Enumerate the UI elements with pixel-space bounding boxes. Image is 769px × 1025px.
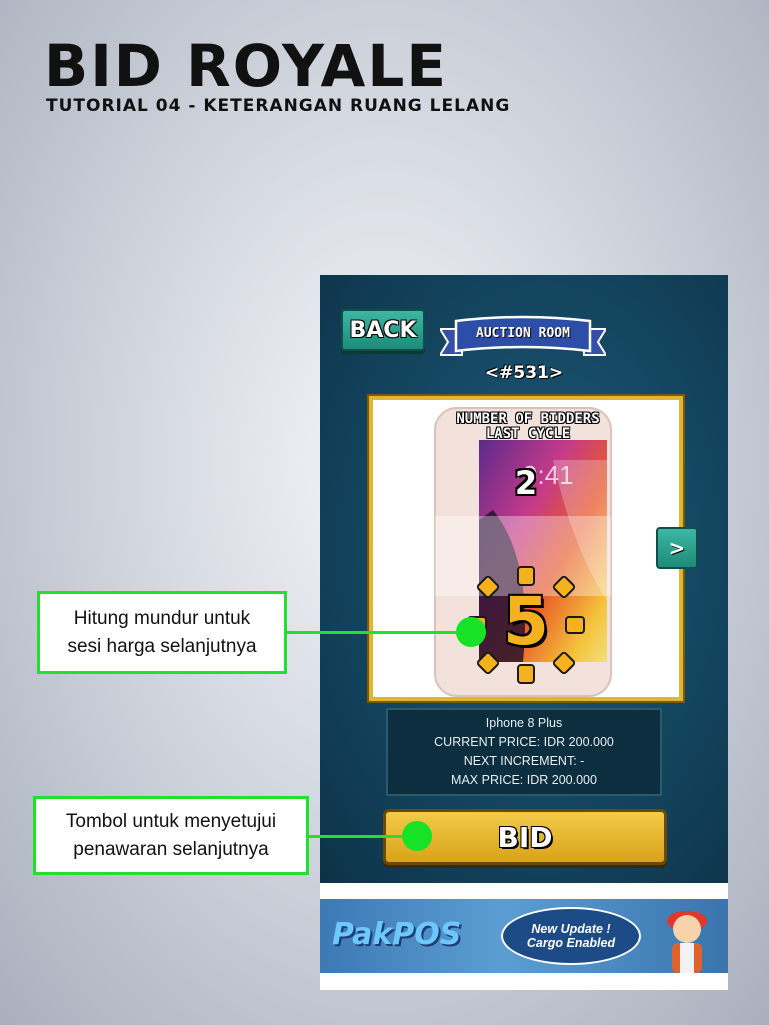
countdown-callout: Hitung mundur untuk sesi harga selanjutn… [37,591,287,674]
product-info-panel: Iphone 8 Plus CURRENT PRICE: IDR 200.000… [386,708,662,796]
auction-room-label: AUCTION ROOM [476,326,570,341]
auction-room-screen: BACK AUCTION ROOM <#531> NUMBER OF BIDDE… [320,275,728,883]
tutorial-subtitle: TUTORIAL 04 - KETERANGAN RUANG LELANG [46,96,511,116]
bid-marker-dot [402,821,432,851]
bid-connector [309,835,415,838]
current-price: CURRENT PRICE: IDR 200.000 [434,735,614,749]
next-product-button[interactable]: > [656,527,698,569]
bid-callout-line2: penawaran selanjutnya [73,838,269,860]
product-name: Iphone 8 Plus [485,716,563,730]
product-image-box: NUMBER OF BIDDERS LAST CYCLE 9:41 2 5 [369,396,683,701]
bidders-count: 2 [514,464,538,502]
auction-room-banner: AUCTION ROOM [438,315,608,365]
bidders-label-line2: LAST CYCLE [485,426,571,442]
bidders-label: NUMBER OF BIDDERS LAST CYCLE [453,412,603,442]
back-button[interactable]: BACK [341,309,425,351]
bid-button-callout: Tombol untuk menyetujui penawaran selanj… [33,796,309,875]
pakpos-logo: PakPOS [332,917,462,952]
tutorial-title: BID ROYALE [44,32,448,100]
bid-callout-line1: Tombol untuk menyetujui [65,810,277,832]
ad-bubble-line1: New Update ! [531,922,611,936]
max-price: MAX PRICE: IDR 200.000 [451,773,597,787]
bidders-label-line1: NUMBER OF BIDDERS [456,411,600,427]
courier-mascot-icon [667,911,707,973]
next-increment: NEXT INCREMENT: - [463,754,585,768]
countdown-callout-line1: Hitung mundur untuk [73,607,251,629]
ad-speech-bubble: New Update ! Cargo Enabled [501,907,641,965]
countdown-number: 5 [503,583,549,660]
ad-banner[interactable]: PakPOS New Update ! Cargo Enabled [320,899,728,973]
countdown-connector [287,631,465,634]
countdown-callout-line2: sesi harga selanjutnya [67,635,257,657]
countdown-marker-dot [456,617,486,647]
room-id: <#531> [484,363,564,383]
ad-bubble-line2: Cargo Enabled [526,936,616,950]
